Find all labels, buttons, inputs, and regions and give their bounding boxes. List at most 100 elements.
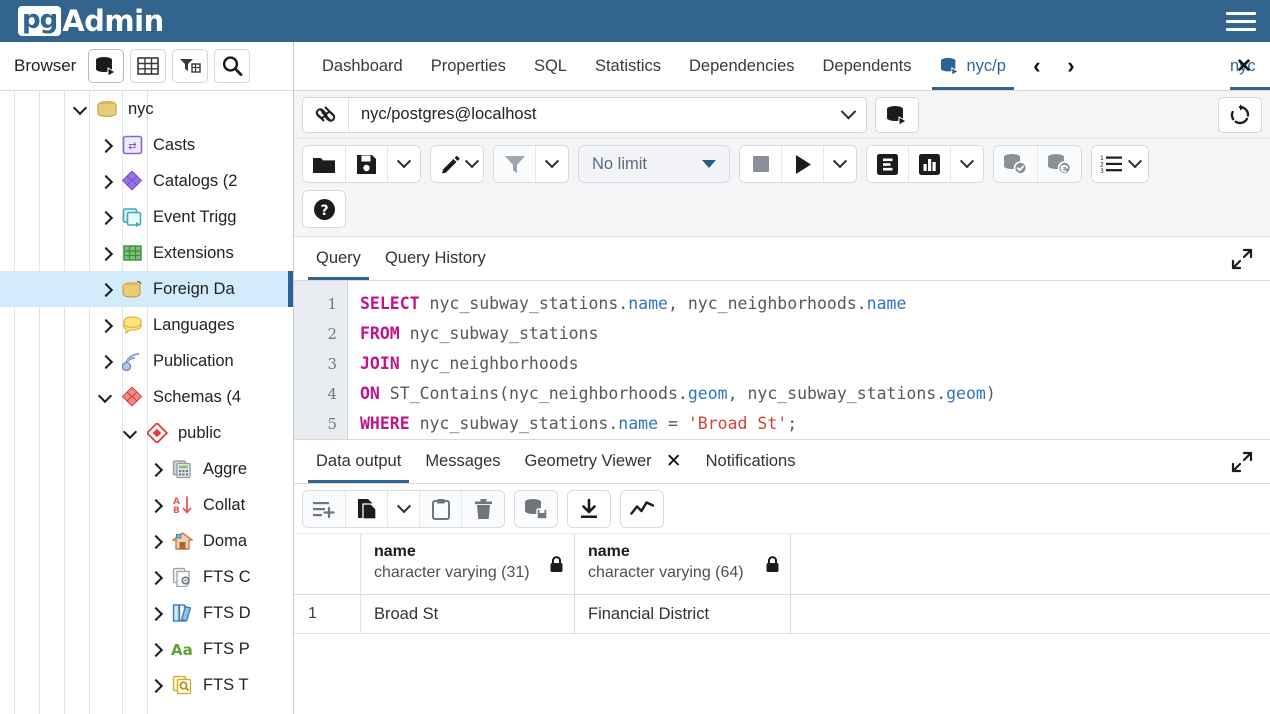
play-icon[interactable] bbox=[782, 146, 824, 182]
tree-item[interactable]: Doma bbox=[0, 523, 293, 559]
save-dropdown-chevron-down-icon[interactable] bbox=[388, 146, 420, 182]
paste-icon[interactable] bbox=[420, 490, 462, 527]
tree-item[interactable]: Catalogs (2 bbox=[0, 163, 293, 199]
sql-token: nyc_subway_stations. bbox=[419, 294, 629, 313]
search-icon[interactable] bbox=[214, 49, 251, 83]
tab-notifications[interactable]: Notifications bbox=[694, 440, 808, 483]
download-csv-icon[interactable] bbox=[568, 490, 610, 527]
chevron-down-icon[interactable] bbox=[100, 391, 112, 403]
tab-query-tool[interactable]: nyc/p bbox=[926, 42, 1020, 90]
explain-dropdown-chevron-down-icon[interactable] bbox=[951, 146, 983, 182]
save-data-changes-icon[interactable] bbox=[515, 490, 557, 527]
tree-item[interactable]: A B Collat bbox=[0, 487, 293, 523]
chevron-right-icon[interactable] bbox=[100, 283, 112, 295]
chevron-right-icon[interactable] bbox=[100, 247, 112, 259]
tab-dependencies[interactable]: Dependencies bbox=[675, 42, 809, 90]
tree-item[interactable]: ⇄ Casts bbox=[0, 127, 293, 163]
tree-item[interactable]: Foreign Da bbox=[0, 271, 293, 307]
chevron-right-icon[interactable] bbox=[100, 139, 112, 151]
tab-data-output[interactable]: Data output bbox=[304, 440, 413, 483]
chevron-right-icon[interactable] bbox=[150, 643, 162, 655]
chevron-right-icon[interactable] bbox=[150, 535, 162, 547]
tab-prev-button[interactable]: ‹ bbox=[1020, 42, 1054, 90]
macros-icon[interactable]: 1 2 3 bbox=[1092, 146, 1148, 182]
tab-next-button[interactable]: › bbox=[1054, 42, 1088, 90]
filter-icon[interactable] bbox=[494, 146, 536, 182]
results-grid-header: name character varying (31) name character … bbox=[294, 534, 1270, 595]
chevron-down-icon[interactable] bbox=[75, 103, 87, 115]
tree-item[interactable]: Publication bbox=[0, 343, 293, 379]
tree-item[interactable]: FTS C bbox=[0, 559, 293, 595]
tab-geometry-viewer[interactable]: Geometry Viewer ✕ bbox=[513, 440, 694, 483]
column-header[interactable]: name character varying (64) bbox=[575, 534, 791, 594]
close-icon[interactable]: ✕ bbox=[666, 450, 682, 473]
tab-statistics[interactable]: Statistics bbox=[581, 42, 675, 90]
reset-icon[interactable] bbox=[1218, 96, 1263, 133]
explain-analyze-icon[interactable] bbox=[909, 146, 951, 182]
manage-connections-icon[interactable] bbox=[874, 96, 919, 133]
chevron-right-icon[interactable] bbox=[150, 463, 162, 475]
save-file-icon[interactable] bbox=[346, 146, 388, 182]
hamburger-menu-icon[interactable] bbox=[1226, 7, 1256, 36]
tree-item[interactable]: FTS D bbox=[0, 595, 293, 631]
chevron-right-icon[interactable] bbox=[150, 571, 162, 583]
delete-row-icon[interactable] bbox=[462, 490, 504, 527]
edit-pencil-icon[interactable] bbox=[431, 146, 483, 182]
add-row-icon[interactable] bbox=[303, 490, 346, 527]
table-row[interactable]: 1 Broad St Financial District bbox=[294, 595, 1270, 634]
stop-icon[interactable] bbox=[740, 146, 782, 182]
chevron-right-icon[interactable] bbox=[150, 607, 162, 619]
tree-item[interactable]: public bbox=[0, 415, 293, 451]
execute-dropdown-chevron-down-icon[interactable] bbox=[824, 146, 856, 182]
tab-dependents[interactable]: Dependents bbox=[809, 42, 926, 90]
tab-query[interactable]: Query bbox=[304, 237, 373, 280]
tree-item[interactable]: Languages bbox=[0, 307, 293, 343]
chevron-down-icon[interactable] bbox=[832, 109, 866, 120]
chevron-right-icon[interactable] bbox=[100, 211, 112, 223]
graph-visualiser-icon[interactable] bbox=[621, 490, 663, 527]
chevron-right-icon[interactable] bbox=[150, 499, 162, 511]
tree-item[interactable]: Aa FTS P bbox=[0, 631, 293, 667]
expand-icon[interactable] bbox=[1224, 237, 1260, 280]
chevron-right-icon[interactable] bbox=[100, 175, 112, 187]
tab-messages[interactable]: Messages bbox=[413, 440, 512, 483]
tab-sql[interactable]: SQL bbox=[520, 42, 581, 90]
chevron-right-icon[interactable] bbox=[100, 355, 112, 367]
tree-item[interactable]: Extensions bbox=[0, 235, 293, 271]
sql-editor[interactable]: 12345 SELECT nyc_subway_stations.name, n… bbox=[294, 281, 1270, 439]
close-icon[interactable]: ✕ bbox=[1236, 55, 1252, 78]
tree-item[interactable]: nyc bbox=[0, 91, 293, 127]
object-explorer-tree[interactable]: nyc ⇄ Casts Catalogs (2 Event Trigg Extension… bbox=[0, 91, 293, 714]
column-header[interactable]: name character varying (31) bbox=[361, 534, 575, 594]
chevron-right-icon[interactable] bbox=[100, 319, 112, 331]
tree-item[interactable]: Aggre bbox=[0, 451, 293, 487]
commit-icon[interactable] bbox=[994, 146, 1038, 182]
tab-query-history[interactable]: Query History bbox=[373, 237, 498, 280]
filter-icon[interactable] bbox=[172, 49, 209, 83]
tree-item[interactable]: Event Trigg bbox=[0, 199, 293, 235]
object-explorer-icon[interactable] bbox=[88, 49, 125, 83]
sql-code[interactable]: SELECT nyc_subway_stations.name, nyc_nei… bbox=[348, 281, 1270, 439]
svg-text:B: B bbox=[173, 506, 180, 515]
table-cell[interactable]: Financial District bbox=[575, 595, 791, 633]
expand-icon[interactable] bbox=[1224, 440, 1260, 483]
explain-icon[interactable] bbox=[867, 146, 909, 182]
chevron-down-icon[interactable] bbox=[125, 427, 137, 439]
copy-dropdown-chevron-down-icon[interactable] bbox=[388, 490, 420, 527]
tab-properties[interactable]: Properties bbox=[417, 42, 520, 90]
chevron-right-icon[interactable] bbox=[150, 679, 162, 691]
filter-dropdown-chevron-down-icon[interactable] bbox=[536, 146, 568, 182]
table-cell[interactable]: Broad St bbox=[361, 595, 575, 633]
rollback-icon[interactable] bbox=[1038, 146, 1081, 182]
results-grid[interactable]: name character varying (31) name character … bbox=[294, 534, 1270, 714]
grid-icon[interactable] bbox=[130, 49, 167, 83]
help-icon[interactable]: ? bbox=[303, 191, 345, 227]
tab-dashboard[interactable]: Dashboard bbox=[308, 42, 417, 90]
connection-select[interactable]: nyc/postgres@localhost bbox=[302, 96, 867, 133]
tab-clipped-next[interactable]: nyc ✕ bbox=[1230, 42, 1270, 90]
tree-item[interactable]: Schemas (4 bbox=[0, 379, 293, 415]
copy-icon[interactable] bbox=[346, 490, 388, 527]
tree-item[interactable]: FTS T bbox=[0, 667, 293, 703]
row-limit-select[interactable]: No limit bbox=[578, 145, 730, 183]
open-file-icon[interactable] bbox=[303, 146, 346, 182]
